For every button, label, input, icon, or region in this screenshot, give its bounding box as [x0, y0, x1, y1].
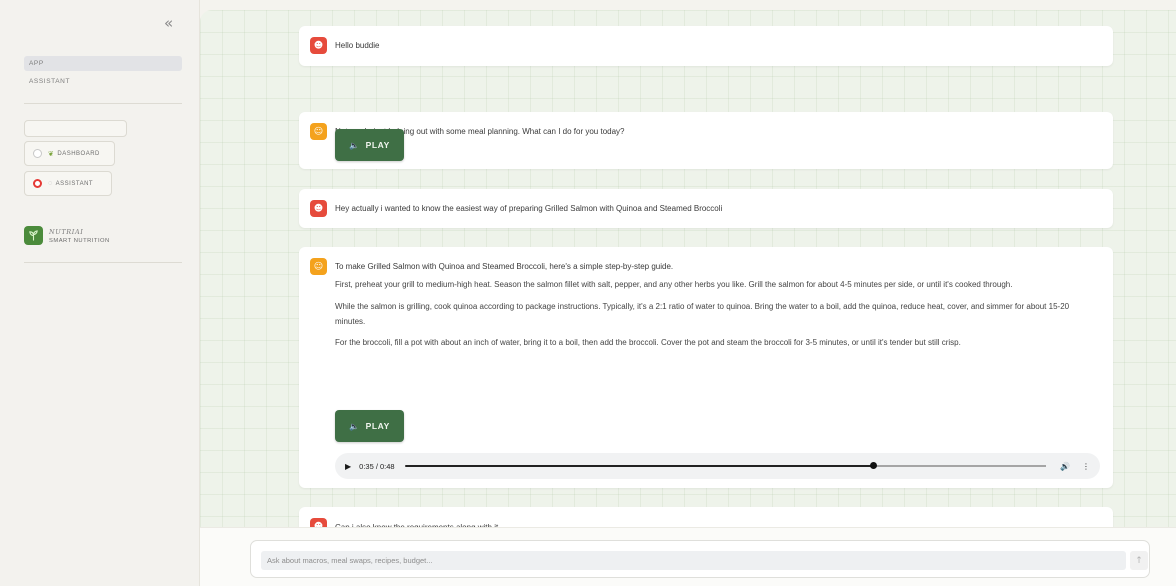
- sidebar-search-input[interactable]: [24, 120, 127, 137]
- message-text: To make Grilled Salmon with Quinoa and S…: [335, 262, 674, 271]
- chat-icon: ◌: [48, 180, 53, 187]
- composer-box: ↑: [250, 540, 1150, 578]
- chat-message-user: ☻ Hello buddie: [299, 26, 1113, 66]
- audio-time: 0:35 / 0:48: [359, 461, 395, 471]
- chat-input[interactable]: [261, 551, 1126, 570]
- play-audio-button[interactable]: 🔈 PLAY: [335, 129, 404, 161]
- play-label: PLAY: [365, 140, 390, 150]
- radio-circle[interactable]: [33, 149, 42, 158]
- play-icon[interactable]: ▶: [345, 462, 351, 471]
- message-paragraph: First, preheat your grill to medium-high…: [335, 280, 1013, 289]
- more-options-icon[interactable]: ⋮: [1082, 462, 1090, 471]
- message-text: Hey actually i wanted to know the easies…: [335, 204, 723, 213]
- speaker-icon: 🔈: [349, 421, 360, 431]
- radio-dashboard[interactable]: ❦ DASHBOARD: [24, 141, 115, 166]
- chat-area[interactable]: ☻ Hello buddie ☺ Not much, just helping …: [200, 10, 1176, 586]
- audio-seek-handle[interactable]: [869, 462, 877, 469]
- sprout-logo-icon: [24, 226, 43, 245]
- volume-icon[interactable]: 🔊: [1060, 462, 1070, 471]
- sidebar-divider: [24, 262, 182, 263]
- brand-name: NUTRIAI: [49, 227, 84, 236]
- audio-seek-bar[interactable]: [404, 462, 1047, 469]
- user-avatar-icon: ☻: [310, 37, 327, 54]
- bot-avatar-icon: ☺: [310, 123, 327, 140]
- composer: ↑: [200, 527, 1176, 586]
- sidebar: « APP ASSISTANT ❦ DASHBOARD ◌ ASSISTANT …: [0, 0, 200, 586]
- radio-circle-checked[interactable]: [33, 179, 42, 188]
- message-text: Hello buddie: [335, 41, 380, 50]
- sidebar-item-assistant[interactable]: ASSISTANT: [24, 74, 182, 89]
- sidebar-item-app[interactable]: APP: [24, 56, 182, 71]
- message-paragraph: For the broccoli, fill a pot with about …: [335, 338, 961, 348]
- bot-avatar-icon: ☺: [310, 258, 327, 275]
- brand-tagline: SMART NUTRITION: [49, 237, 110, 244]
- brand: NUTRIAI SMART NUTRITION: [24, 226, 110, 245]
- speaker-icon: 🔈: [349, 140, 360, 150]
- collapse-sidebar-icon[interactable]: «: [164, 14, 173, 32]
- audio-seek-remaining: [872, 465, 1047, 467]
- radio-dashboard-label: DASHBOARD: [57, 150, 100, 157]
- message-text: Not much, just helping out with some mea…: [335, 127, 625, 136]
- chat-message-assistant: ☺ Not much, just helping out with some m…: [299, 112, 1113, 169]
- play-label: PLAY: [365, 421, 390, 431]
- radio-assistant[interactable]: ◌ ASSISTANT: [24, 171, 112, 196]
- user-avatar-icon: ☻: [310, 200, 327, 217]
- sidebar-divider: [24, 103, 182, 104]
- chat-message-assistant: ☺ To make Grilled Salmon with Quinoa and…: [299, 247, 1113, 488]
- send-arrow-icon[interactable]: ↑: [1130, 551, 1148, 570]
- leaf-icon: ❦: [48, 150, 55, 158]
- message-paragraph: While the salmon is grilling, cook quino…: [335, 301, 1070, 326]
- audio-player[interactable]: ▶ 0:35 / 0:48 🔊 ⋮: [335, 453, 1100, 479]
- chat-message-user: ☻ Hey actually i wanted to know the easi…: [299, 189, 1113, 228]
- radio-assistant-label: ASSISTANT: [55, 180, 94, 187]
- play-audio-button[interactable]: 🔈 PLAY: [335, 410, 404, 442]
